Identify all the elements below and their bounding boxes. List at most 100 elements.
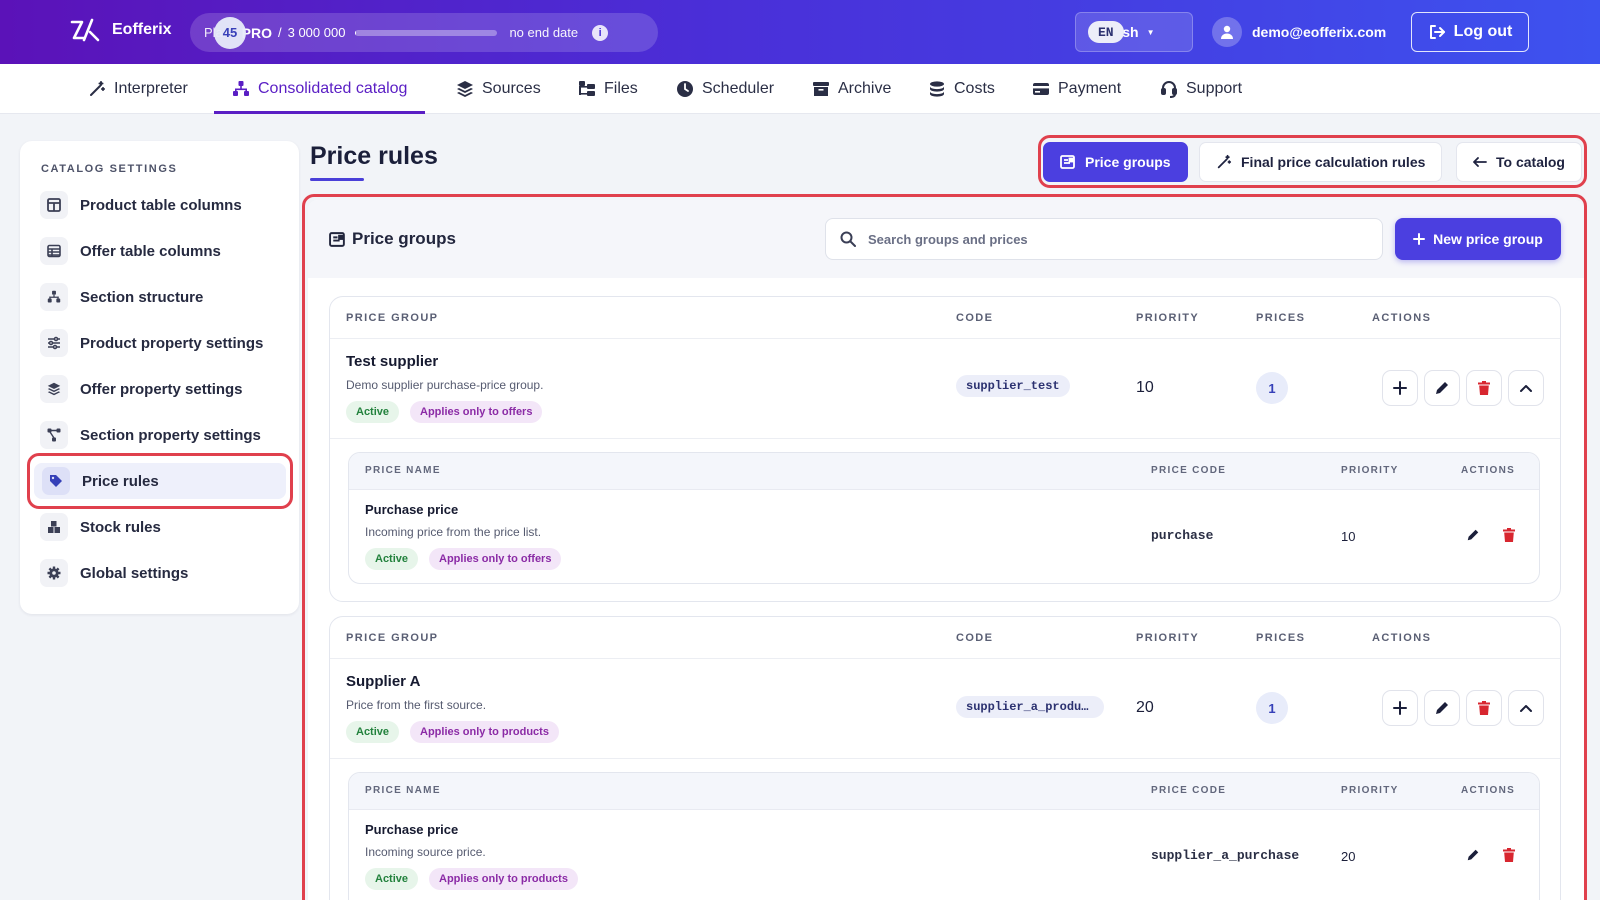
sidebar-item-label: Product property settings <box>80 334 264 352</box>
page-title-underline <box>310 178 364 181</box>
add-price-button[interactable] <box>1382 370 1418 406</box>
sidebar-item-global-settings[interactable]: Global settings <box>40 555 288 591</box>
group-name: Supplier A <box>346 673 421 690</box>
pencil-icon <box>1434 700 1450 716</box>
brand-name: Eofferix <box>112 21 172 38</box>
sidebar-item-price-rules[interactable]: Price rules <box>34 463 286 499</box>
nav-support[interactable]: Support <box>1160 64 1242 114</box>
sidebar-item-stock-rules[interactable]: Stock rules <box>40 509 288 545</box>
delete-group-button[interactable] <box>1466 370 1502 406</box>
delete-price-button[interactable] <box>1499 845 1519 865</box>
trash-icon <box>1478 381 1490 395</box>
prices-count-badge: 1 <box>1256 692 1288 724</box>
price-description: Incoming price from the price list. <box>365 525 542 539</box>
col-price-priority: PRIORITY <box>1341 785 1399 796</box>
status-badge: Active <box>346 401 400 423</box>
sidebar-item-product-property-settings[interactable]: Product property settings <box>40 325 288 361</box>
layers-icon <box>40 375 68 403</box>
sidebar-item-section-structure[interactable]: Section structure <box>40 279 288 315</box>
gear-icon <box>40 559 68 587</box>
magic-wand-icon <box>1216 154 1232 170</box>
price-code: purchase <box>1151 528 1214 543</box>
plus-icon <box>1393 701 1407 715</box>
tab-final-price-calculation-rules[interactable]: Final price calculation rules <box>1199 142 1443 182</box>
sidebar-item-label: Product table columns <box>80 196 242 214</box>
col-prices: PRICES <box>1256 632 1306 644</box>
trash-icon <box>1503 848 1515 862</box>
tab-price-groups[interactable]: Price groups <box>1043 142 1188 182</box>
language-code: EN <box>1088 21 1124 43</box>
price-code: supplier_a_purchase <box>1151 848 1300 863</box>
group-description: Demo supplier purchase-price group. <box>346 378 544 392</box>
headset-icon <box>1160 80 1178 98</box>
user-avatar-icon <box>1212 17 1242 47</box>
sidebar-item-product-table-columns[interactable]: Product table columns <box>40 187 288 223</box>
delete-group-button[interactable] <box>1466 690 1502 726</box>
language-selector[interactable]: EN English ▼ <box>1075 12 1193 52</box>
edit-price-button[interactable] <box>1463 845 1483 865</box>
search-input[interactable] <box>868 231 1348 247</box>
search-box[interactable] <box>825 218 1383 260</box>
nav-scheduler[interactable]: Scheduler <box>676 64 774 114</box>
group-priority: 10 <box>1136 379 1154 396</box>
col-price-actions: ACTIONS <box>1461 465 1516 476</box>
price-priority: 20 <box>1341 849 1356 864</box>
panel-title-text: Price groups <box>352 229 456 248</box>
page-title: Price rules <box>310 142 438 170</box>
nav-label: Payment <box>1058 80 1122 97</box>
divider <box>330 758 1560 759</box>
plan-limit: 3 000 000 <box>287 25 346 40</box>
sidebar-item-label: Section property settings <box>80 426 261 444</box>
nav-costs[interactable]: Costs <box>928 64 995 114</box>
brand[interactable]: Eofferix <box>70 18 172 42</box>
col-price-group: PRICE GROUP <box>346 632 439 644</box>
archive-icon <box>812 80 830 98</box>
table-icon <box>40 237 68 265</box>
nav-consolidated-catalog[interactable]: Consolidated catalog <box>214 64 426 114</box>
edit-group-button[interactable] <box>1424 370 1460 406</box>
nav-files[interactable]: Files <box>578 64 638 114</box>
boxes-icon <box>40 513 68 541</box>
collapse-group-button[interactable] <box>1508 370 1544 406</box>
caret-down-icon: ▼ <box>1146 27 1155 37</box>
group-code: supplier_test <box>956 375 1070 397</box>
sidebar-item-offer-table-columns[interactable]: Offer table columns <box>40 233 288 269</box>
col-priority: PRIORITY <box>1136 632 1200 644</box>
new-price-group-button[interactable]: New price group <box>1395 218 1561 260</box>
sidebar-title: CATALOG SETTINGS <box>41 163 178 175</box>
columns-icon <box>40 191 68 219</box>
user-menu[interactable]: demo@eofferix.com <box>1212 17 1386 47</box>
delete-price-button[interactable] <box>1499 525 1519 545</box>
add-price-button[interactable] <box>1382 690 1418 726</box>
arrow-left-icon <box>1473 156 1487 168</box>
scope-badge: Applies only to products <box>410 721 559 743</box>
logout-button[interactable]: Log out <box>1411 12 1529 52</box>
plus-icon <box>1393 381 1407 395</box>
tab-label: Final price calculation rules <box>1241 154 1426 170</box>
nav-archive[interactable]: Archive <box>812 64 891 114</box>
sidebar-item-section-property-settings[interactable]: Section property settings <box>40 417 288 453</box>
nav-sources[interactable]: Sources <box>456 64 541 114</box>
info-icon[interactable]: i <box>592 24 609 41</box>
price-name: Purchase price <box>365 502 459 517</box>
scope-badge: Applies only to products <box>429 868 578 890</box>
divider <box>330 438 1560 439</box>
tab-label: To catalog <box>1496 154 1565 170</box>
sidebar-item-label: Global settings <box>80 564 189 582</box>
nav-label: Consolidated catalog <box>258 80 408 97</box>
nav-payment[interactable]: Payment <box>1032 64 1121 114</box>
edit-group-button[interactable] <box>1424 690 1460 726</box>
to-catalog-button[interactable]: To catalog <box>1456 142 1582 182</box>
edit-price-button[interactable] <box>1463 525 1483 545</box>
nav-interpreter[interactable]: Interpreter <box>88 64 188 114</box>
sidebar-item-offer-property-settings[interactable]: Offer property settings <box>40 371 288 407</box>
col-price-actions: ACTIONS <box>1461 785 1516 796</box>
logo-icon <box>70 18 100 42</box>
nodes-icon <box>40 421 68 449</box>
nav-label: Interpreter <box>114 80 188 97</box>
plan-usage-fill <box>355 29 357 36</box>
chevron-up-icon <box>1519 703 1533 713</box>
col-price-name: PRICE NAME <box>365 785 441 796</box>
collapse-group-button[interactable] <box>1508 690 1544 726</box>
sitemap-icon <box>40 283 68 311</box>
